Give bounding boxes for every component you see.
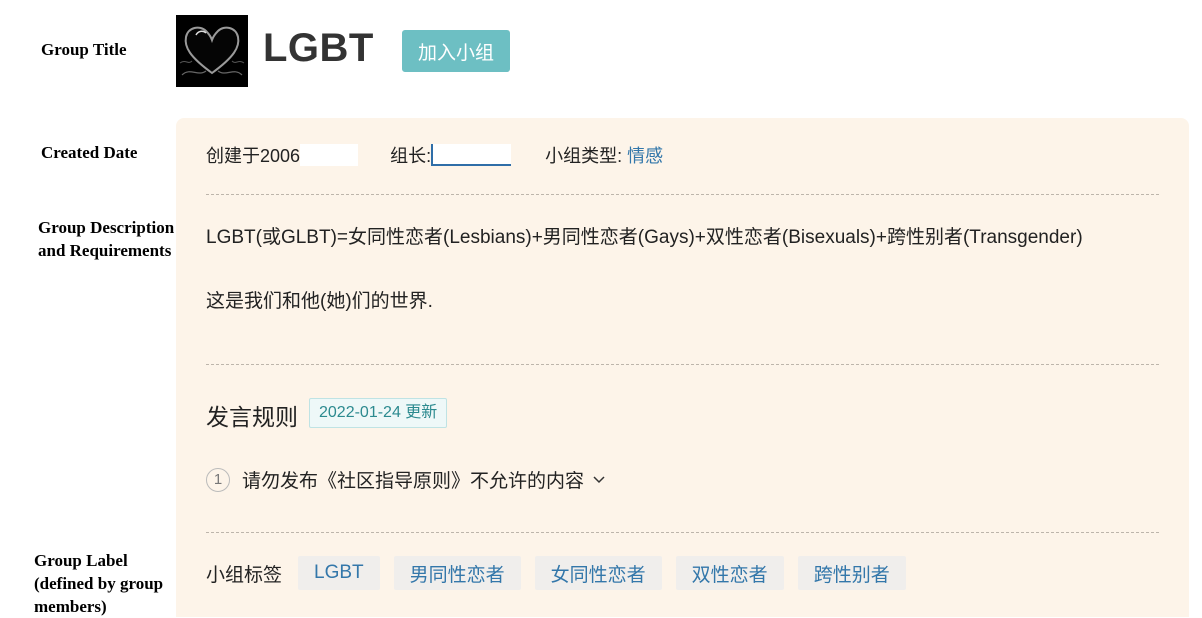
divider — [206, 194, 1159, 195]
group-tags: 小组标签 LGBT 男同性恋者 女同性恋者 双性恋者 跨性别者 — [206, 556, 920, 590]
annotation-created-date: Created Date — [41, 141, 137, 164]
group-info-panel: 创建于2006 组长: 小组类型: 情感 LGBT(或GLBT)=女同性恋者(L… — [176, 118, 1189, 617]
group-type-link[interactable]: 情感 — [627, 146, 663, 166]
group-meta-row: 创建于2006 组长: 小组类型: 情感 — [206, 142, 663, 168]
annotation-text: (defined by group — [34, 574, 164, 593]
rule-number: 1 — [206, 467, 230, 492]
rule-item[interactable]: 1 请勿发布《社区指导原则》不允许的内容 — [206, 466, 606, 493]
chevron-down-icon[interactable] — [592, 475, 606, 485]
tag-bisexual[interactable]: 双性恋者 — [675, 556, 784, 590]
annotation-group-label: Group Label (defined by group members) — [34, 549, 163, 618]
description-line: 这是我们和他(她)们的世界. — [206, 291, 433, 312]
annotation-text: and Requirements — [38, 241, 172, 260]
group-type-label: 小组类型: — [545, 146, 623, 166]
join-group-button[interactable]: 加入小组 — [402, 30, 510, 72]
owner-label: 组长: — [390, 146, 432, 166]
tag-lgbt[interactable]: LGBT — [298, 556, 380, 590]
annotation-text: Group Label — [34, 551, 128, 570]
group-avatar — [176, 15, 248, 87]
tag-lesbian[interactable]: 女同性恋者 — [534, 556, 662, 590]
group-name: LGBT — [263, 26, 374, 70]
annotation-text: Group Title — [41, 40, 127, 59]
annotation-text: members) — [34, 597, 107, 616]
rules-title: 发言规则 — [206, 404, 298, 430]
owner-link-redacted[interactable] — [431, 144, 512, 166]
annotation-group-description: Group Description and Requirements — [38, 216, 174, 262]
redacted-date — [300, 144, 359, 166]
divider — [206, 532, 1159, 533]
rules-updated-badge: 2022-01-24 更新 — [309, 398, 448, 428]
divider — [206, 364, 1159, 365]
description-line: LGBT(或GLBT)=女同性恋者(Lesbians)+男同性恋者(Gays)+… — [206, 227, 1083, 248]
created-date: 创建于2006 — [206, 146, 301, 166]
tag-transgender[interactable]: 跨性别者 — [797, 556, 906, 590]
annotation-group-title: Group Title — [41, 38, 127, 61]
annotation-text: Group Description — [38, 218, 175, 237]
tags-label: 小组标签 — [206, 564, 283, 586]
annotation-text: Created Date — [41, 143, 138, 162]
rule-text: 请勿发布《社区指导原则》不允许的内容 — [242, 471, 585, 492]
black-heart-icon — [176, 15, 248, 87]
tag-gay[interactable]: 男同性恋者 — [393, 556, 521, 590]
